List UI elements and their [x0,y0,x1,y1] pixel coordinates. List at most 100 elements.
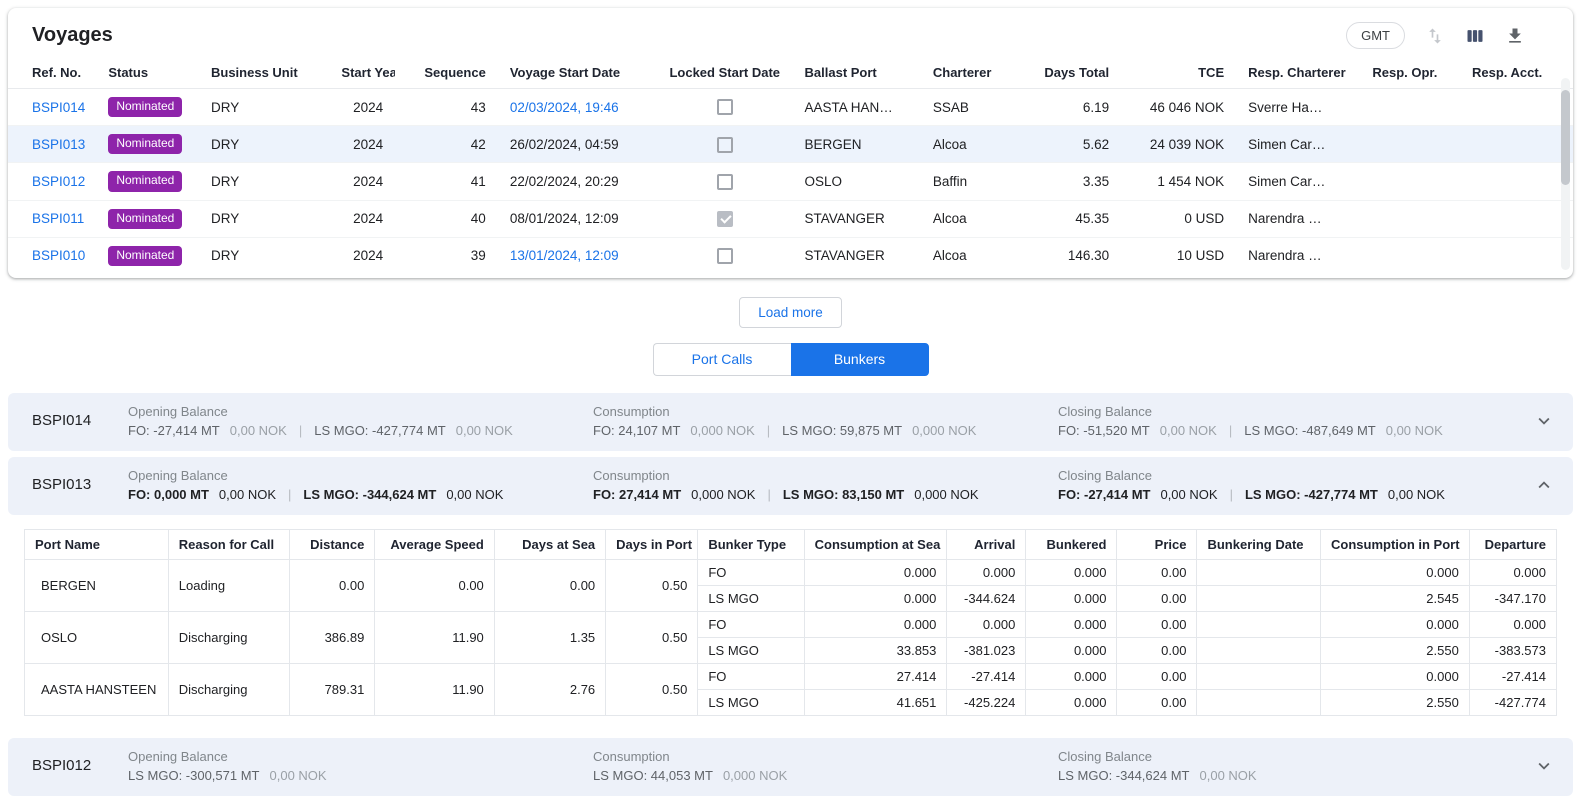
col-business-unit[interactable]: Business Unit [199,57,329,89]
col-sequence[interactable]: Sequence [395,57,498,89]
fuel-value: 0,00 NOK [219,487,276,502]
col-ballast-port[interactable]: Ballast Port [793,57,921,89]
col-locked-start-date[interactable]: Locked Start Date [657,57,793,89]
resp-acct-cell [1460,126,1573,163]
voyage-row[interactable]: BSPI011 Nominated DRY 2024 40 08/01/2024… [8,200,1573,237]
chevron-down-icon[interactable] [1523,755,1555,777]
col-voyage-start-date[interactable]: Voyage Start Date [498,57,657,89]
col-resp-opr[interactable]: Resp. Opr. [1360,57,1460,89]
col-departure: Departure [1469,529,1556,559]
sequence-cell: 43 [395,89,498,126]
scrollbar-thumb[interactable] [1561,90,1570,185]
cons-port-cell: 2.545 [1321,585,1470,611]
resp-acct-cell [1460,200,1573,237]
tce-cell: 24 039 NOK [1121,126,1236,163]
col-days-total[interactable]: Days Total [1024,57,1122,89]
voyage-ref-link[interactable]: BSPI011 [32,211,84,226]
fuel-value: 0,000 NOK [914,487,978,502]
tab-port-calls[interactable]: Port Calls [653,343,791,376]
voyage-row[interactable]: BSPI010 Nominated DRY 2024 39 13/01/2024… [8,237,1573,274]
voyages-table: Ref. No. Status Business Unit Start Year… [8,57,1573,274]
arrival-cell: -381.023 [947,637,1026,663]
voyage-row[interactable]: BSPI013 Nominated DRY 2024 42 26/02/2024… [8,126,1573,163]
price-cell: 0.00 [1117,663,1197,689]
days-total-cell: 6.19 [1024,89,1122,126]
chevron-up-icon[interactable] [1523,474,1555,496]
timezone-button[interactable]: GMT [1346,22,1405,49]
col-resp-acct[interactable]: Resp. Acct. [1460,57,1573,89]
bunkers-panel-bspi013: BSPI013 Opening Balance FO: 0,000 MT0,00… [8,457,1573,732]
load-more-button[interactable]: Load more [739,297,842,328]
col-ref-no[interactable]: Ref. No. [8,57,96,89]
locked-checkbox[interactable] [717,248,733,264]
voyage-start-link[interactable]: 02/03/2024, 19:46 [510,100,619,115]
days-in-port-cell: 0.50 [606,663,698,715]
charterer-cell: Baffin [921,163,1024,200]
col-resp-charterer[interactable]: Resp. Charterer [1236,57,1360,89]
bunkered-cell: 0.000 [1026,637,1117,663]
fuel-amount: FO: -27,414 MT [128,423,220,438]
locked-checkbox[interactable] [717,137,733,153]
status-cell: Nominated [96,163,199,200]
opening-balance: Opening Balance LS MGO: -300,571 MT0,00 … [128,749,593,783]
voyage-ref-link[interactable]: BSPI012 [32,174,85,189]
fuel-value: 0,00 NOK [270,768,327,783]
departure-cell: -383.573 [1469,637,1556,663]
table-scrollbar[interactable] [1561,78,1570,270]
resp-acct-cell [1460,89,1573,126]
status-cell: Nominated [96,237,199,274]
port-name-cell: BERGEN [25,559,169,611]
locked-checkbox[interactable] [717,174,733,190]
resp-charterer-cell: Simen Car… [1236,126,1360,163]
days-total-cell: 3.35 [1024,163,1122,200]
voyage-id: BSPI014 [32,412,128,429]
voyages-header-row: Ref. No. Status Business Unit Start Year… [8,57,1573,89]
voyage-ref-link[interactable]: BSPI013 [32,137,85,152]
locked-cell [657,237,793,274]
voyage-start-link[interactable]: 13/01/2024, 12:09 [510,248,619,263]
columns-icon[interactable] [1465,26,1485,46]
locked-checkbox[interactable] [717,99,733,115]
voyage-ref-link[interactable]: BSPI010 [32,248,85,263]
price-cell: 0.00 [1117,585,1197,611]
col-status[interactable]: Status [96,57,199,89]
cons-sea-cell: 0.000 [804,611,947,637]
fuel-amount: FO: -51,520 MT [1058,423,1150,438]
days-at-sea-cell: 0.00 [494,559,605,611]
col-bunkered: Bunkered [1026,529,1117,559]
detail-tabs: Port Calls Bunkers [0,343,1581,376]
start-year-cell: 2024 [329,200,395,237]
voyage-row[interactable]: BSPI012 Nominated DRY 2024 41 22/02/2024… [8,163,1573,200]
voyages-card: Voyages GMT Ref. No. Status Busine [8,8,1573,278]
reason-cell: Discharging [168,663,290,715]
panel-header[interactable]: BSPI012 Opening Balance LS MGO: -300,571… [8,738,1573,796]
chevron-down-icon[interactable] [1523,410,1555,432]
resp-opr-cell [1360,237,1460,274]
cons-sea-cell: 27.414 [804,663,947,689]
tab-bunkers[interactable]: Bunkers [791,343,929,376]
ballast-port-cell: STAVANGER [793,237,921,274]
resp-charterer-cell: Narendra … [1236,200,1360,237]
panel-header[interactable]: BSPI014 Opening Balance FO: -27,414 MT0,… [8,393,1573,451]
start-year-cell: 2024 [329,126,395,163]
panel-header[interactable]: BSPI013 Opening Balance FO: 0,000 MT0,00… [8,457,1573,515]
voyage-row[interactable]: BSPI014 Nominated DRY 2024 43 02/03/2024… [8,89,1573,126]
fuel-amount: LS MGO: -487,649 MT [1244,423,1376,438]
cons-port-cell: 0.000 [1321,559,1470,585]
col-tce[interactable]: TCE [1121,57,1236,89]
cons-sea-cell: 41.651 [804,689,947,715]
resp-opr-cell [1360,163,1460,200]
voyage-ref-link[interactable]: BSPI014 [32,100,85,115]
sort-icon[interactable] [1425,26,1445,46]
col-start-year[interactable]: Start Year [329,57,395,89]
download-icon[interactable] [1505,26,1525,46]
col-consumption-in-port: Consumption in Port [1321,529,1470,559]
opening-balance: Opening Balance FO: -27,414 MT0,00 NOK|L… [128,404,593,438]
col-charterer[interactable]: Charterer [921,57,1024,89]
price-cell: 0.00 [1117,689,1197,715]
business-unit-cell: DRY [199,200,329,237]
fuel-value: 0,00 NOK [1200,768,1257,783]
cons-sea-cell: 33.853 [804,637,947,663]
locked-checkbox[interactable] [717,211,733,227]
separator: | [1230,487,1233,502]
